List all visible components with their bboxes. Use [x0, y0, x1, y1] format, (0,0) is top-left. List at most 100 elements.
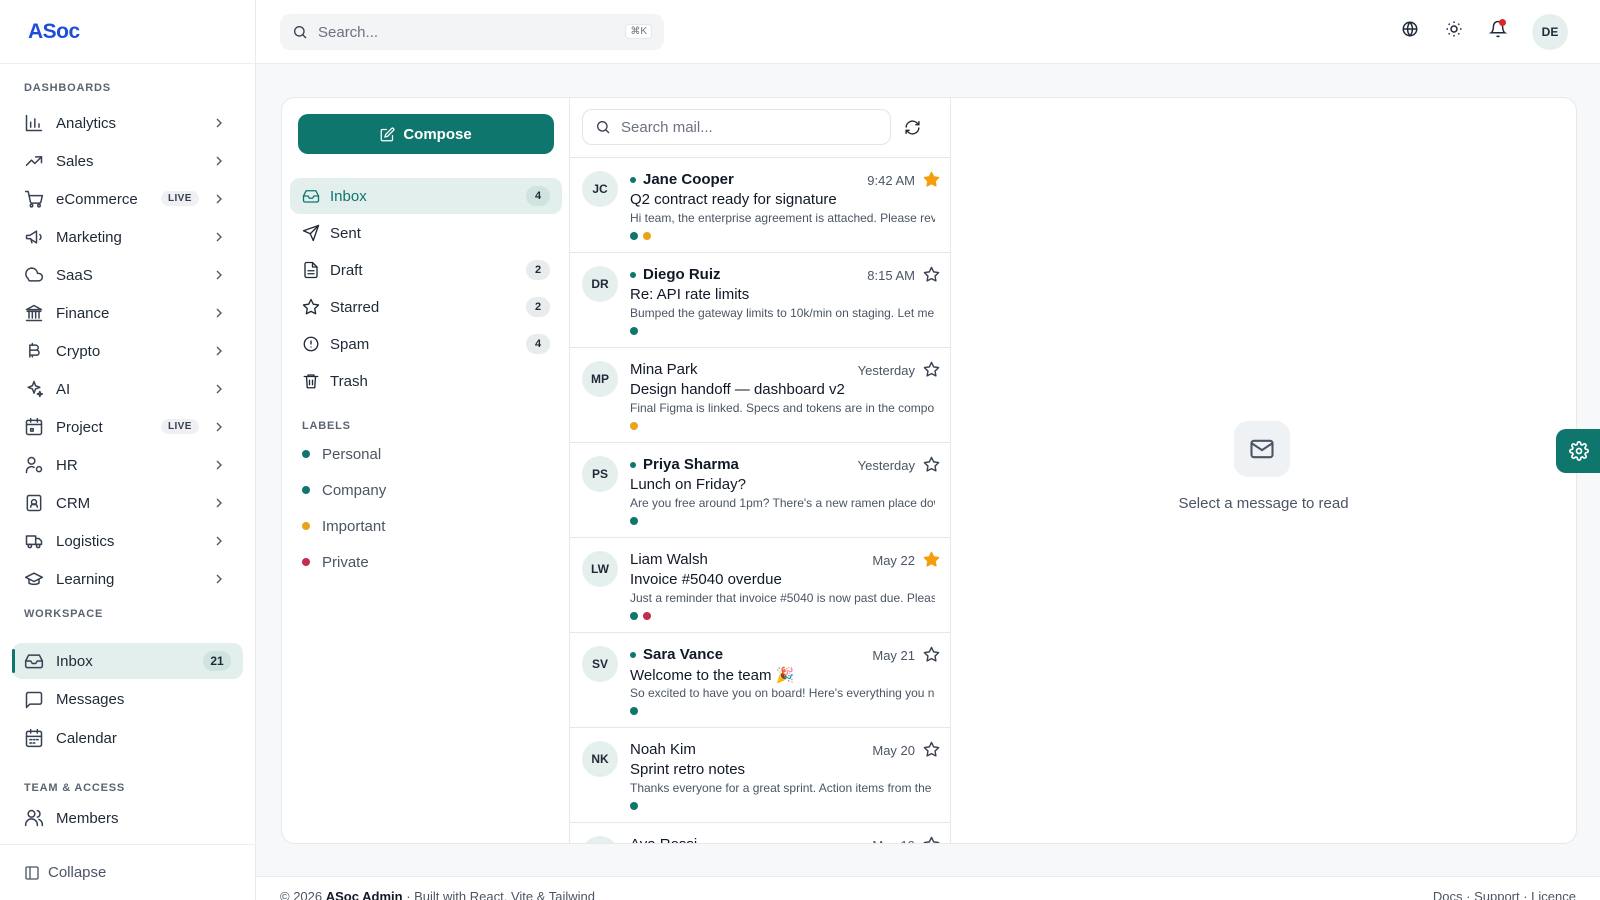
star-icon[interactable] — [923, 836, 940, 843]
star-filled-icon[interactable] — [923, 171, 940, 188]
message-preview: Just a reminder that invoice #5040 is no… — [630, 591, 935, 605]
sidebar-item-crm[interactable]: CRM — [12, 485, 243, 521]
chevron-right-icon — [211, 191, 227, 207]
folder-label: Trash — [330, 372, 368, 390]
app-logo[interactable]: ASoc — [28, 20, 80, 44]
sidebar-item-messages[interactable]: Messages — [12, 682, 243, 718]
star-icon[interactable] — [923, 266, 940, 283]
message-row[interactable]: NK Noah Kim May 20 Sprint retro notes Thanks… — [570, 728, 950, 823]
folder-inbox[interactable]: Inbox 4 — [290, 178, 562, 214]
logo-row: ASoc — [0, 0, 255, 64]
sidebar-item-ai[interactable]: AI — [12, 371, 243, 407]
tag-dot — [643, 232, 651, 240]
chevron-right-icon — [211, 305, 227, 321]
label-company[interactable]: Company — [302, 479, 386, 501]
folder-spam[interactable]: Spam 4 — [290, 326, 562, 362]
star-icon[interactable] — [923, 646, 940, 663]
mail-search-input[interactable]: Search mail... — [582, 109, 891, 145]
message-row[interactable]: AR Ava Rossi May 19 — [570, 823, 950, 843]
send-icon — [302, 224, 320, 242]
folder-draft[interactable]: Draft 2 — [290, 252, 562, 288]
global-search-input[interactable]: Search... ⌘K — [280, 14, 664, 50]
project-icon — [24, 417, 44, 437]
sidebar-item-members[interactable]: Members — [12, 800, 243, 836]
sidebar-item-finance[interactable]: Finance — [12, 295, 243, 331]
star-icon[interactable] — [923, 741, 940, 758]
collapse-button[interactable]: Collapse — [0, 844, 256, 900]
bitcoin-icon — [24, 341, 44, 361]
folder-sent[interactable]: Sent — [290, 215, 562, 251]
avatar: MP — [582, 361, 618, 397]
message-row[interactable]: PS Priya Sharma Yesterday Lunch on Friday? A… — [570, 443, 950, 538]
trash-icon — [302, 372, 320, 390]
message-row[interactable]: MP Mina Park Yesterday Design handoff — das… — [570, 348, 950, 443]
star-icon[interactable] — [923, 456, 940, 473]
message-sender: Mina Park — [630, 361, 698, 378]
sidebar-item-label: Crypto — [56, 342, 101, 360]
footer-links[interactable]: Docs · Support · Licence — [1433, 889, 1576, 900]
search-icon — [597, 121, 610, 134]
user-avatar[interactable]: DE — [1532, 14, 1568, 50]
message-time: 9:42 AM — [867, 173, 915, 188]
sidebar-item-label: eCommerce — [56, 190, 138, 208]
message-time: May 20 — [872, 743, 915, 758]
label-dot — [302, 522, 310, 530]
avatar: LW — [582, 551, 618, 587]
unread-dot — [630, 177, 636, 183]
message-row[interactable]: LW Liam Walsh May 22 Invoice #5040 overdue J… — [570, 538, 950, 633]
star-icon[interactable] — [923, 361, 940, 378]
chevron-right-icon — [211, 533, 227, 549]
sidebar-item-learning[interactable]: Learning — [12, 561, 243, 597]
avatar: PS — [582, 456, 618, 492]
sidebar-item-ecommerce[interactable]: eCommerce LIVE — [12, 181, 243, 217]
message-subject: Sprint retro notes — [630, 761, 746, 778]
message-time: Yesterday — [857, 363, 915, 378]
star-filled-icon[interactable] — [923, 551, 940, 568]
globe-icon[interactable] — [1401, 20, 1423, 42]
mail-envelope-icon — [1234, 421, 1290, 477]
message-subject: Invoice #5040 overdue — [630, 571, 782, 588]
sidebar-item-inbox[interactable]: Inbox 21 — [12, 643, 243, 679]
label-name: Important — [322, 517, 386, 535]
live-badge: LIVE — [161, 419, 199, 434]
sidebar-item-label: Logistics — [56, 532, 115, 550]
search-shortcut: ⌘K — [625, 24, 652, 39]
bank-icon — [24, 303, 44, 323]
sidebar-item-project[interactable]: Project LIVE — [12, 409, 243, 445]
refresh-icon[interactable] — [904, 119, 922, 137]
cloud-icon — [24, 265, 44, 285]
label-personal[interactable]: Personal — [302, 443, 381, 465]
sidebar-item-logistics[interactable]: Logistics — [12, 523, 243, 559]
message-tags — [630, 422, 638, 430]
footer-brand: ASoc Admin — [325, 889, 403, 900]
folder-starred[interactable]: Starred 2 — [290, 289, 562, 325]
folder-label: Draft — [330, 261, 363, 279]
label-name: Private — [322, 553, 369, 571]
sidebar-item-analytics[interactable]: Analytics — [12, 105, 243, 141]
message-sender: Sara Vance — [643, 646, 724, 663]
sidebar-item-calendar[interactable]: Calendar — [12, 720, 243, 756]
inbox-icon — [24, 651, 44, 671]
contact-icon — [24, 493, 44, 513]
sidebar-item-hr[interactable]: HR — [12, 447, 243, 483]
settings-gear-button[interactable] — [1556, 429, 1600, 473]
message-tags — [630, 612, 651, 620]
compose-button[interactable]: Compose — [298, 114, 554, 154]
sidebar-item-crypto[interactable]: Crypto — [12, 333, 243, 369]
avatar: AR — [582, 836, 618, 843]
sidebar-item-label: Sales — [56, 152, 94, 170]
label-private[interactable]: Private — [302, 551, 369, 573]
tag-dot — [630, 707, 638, 715]
message-row[interactable]: SV Sara Vance May 21 Welcome to the team 🎉 S… — [570, 633, 950, 728]
folder-trash[interactable]: Trash — [290, 363, 562, 399]
label-important[interactable]: Important — [302, 515, 385, 537]
sidebar-item-sales[interactable]: Sales — [12, 143, 243, 179]
sidebar-item-marketing[interactable]: Marketing — [12, 219, 243, 255]
message-row[interactable]: DR Diego Ruiz 8:15 AM Re: API rate limits Bu… — [570, 253, 950, 348]
sun-icon[interactable] — [1445, 20, 1467, 42]
sidebar-item-saas[interactable]: SaaS — [12, 257, 243, 293]
message-preview: Are you free around 1pm? There's a new r… — [630, 496, 935, 510]
message-row[interactable]: JC Jane Cooper 9:42 AM Q2 contract ready fo… — [570, 158, 950, 253]
folder-count: 4 — [526, 334, 550, 354]
bar-chart-icon — [24, 113, 44, 133]
